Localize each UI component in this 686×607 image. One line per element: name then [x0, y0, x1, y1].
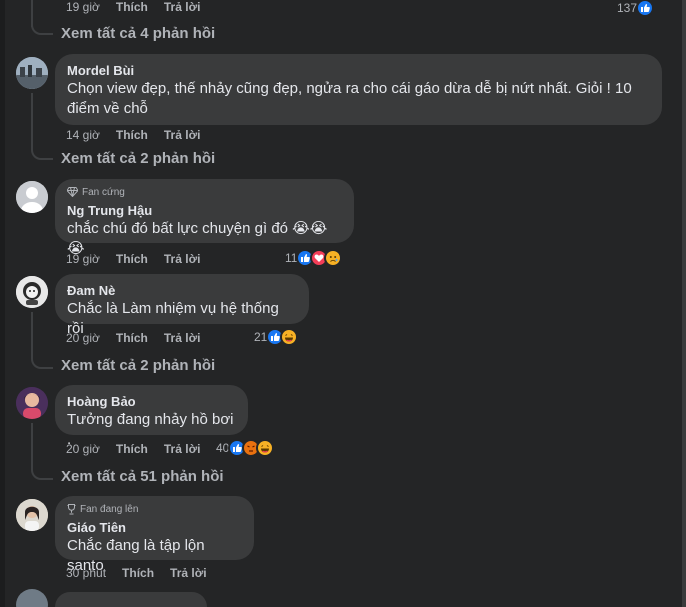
comment-actions: 19 giờ Thích Trả lời	[66, 252, 216, 266]
thread-line	[31, 312, 33, 357]
reaction-summary[interactable]: 40	[216, 439, 275, 457]
thread-elbow	[31, 148, 53, 160]
reaction-summary[interactable]: 11	[285, 249, 343, 267]
comment-text: điểm về chỗ	[67, 100, 148, 117]
reaction-count: 40	[216, 441, 230, 455]
comment-author[interactable]: Ng Trung Hậu	[67, 202, 342, 219]
reaction-count: 21	[254, 330, 268, 344]
reaction-summary[interactable]: 21	[254, 328, 299, 346]
trophy-icon	[67, 503, 76, 514]
comment-actions: 20 giờ Thích Trả lời	[66, 331, 216, 345]
like-icon	[636, 0, 655, 17]
comment-time[interactable]: 30 phút	[66, 566, 106, 580]
thread-line	[31, 423, 33, 468]
reply-button[interactable]: Trả lời	[164, 442, 201, 456]
reaction-count: 137	[617, 1, 638, 15]
comment-bubble: Đam Nè Chắc là Làm nhiệm vụ hệ thống rồi	[55, 274, 309, 337]
haha-icon	[256, 439, 275, 457]
comment-time[interactable]: 14 giờ	[66, 128, 100, 142]
comment-time[interactable]: 20 giờ	[66, 442, 100, 456]
comment-actions: 19 giờ Thích Trả lời	[66, 0, 216, 14]
reply-button[interactable]: Trả lời	[164, 331, 201, 345]
reply-button[interactable]: Trả lời	[164, 252, 201, 266]
view-replies-link[interactable]: Xem tất cả 51 phản hồi	[61, 468, 224, 485]
comment-text: Chọn view đẹp, thế nhảy cũng đẹp, ngửa r…	[67, 80, 632, 97]
avatar[interactable]	[16, 387, 48, 419]
thread-line	[31, 93, 33, 148]
comment-time[interactable]: 20 giờ	[66, 331, 100, 345]
comment-author[interactable]: Đam Nè	[67, 282, 297, 299]
fan-badge: Fan cứng	[67, 186, 342, 198]
avatar-photo-icon	[16, 57, 48, 89]
like-button[interactable]: Thích	[116, 252, 148, 266]
avatar[interactable]	[16, 276, 48, 308]
badge-label: Fan cứng	[82, 186, 125, 198]
comment-bubble: Fan đang lên Giáo Tiên Chắc đang là tập …	[55, 496, 254, 574]
like-button[interactable]: Thích	[122, 566, 154, 580]
left-edge	[0, 0, 5, 607]
comment-bubble: Mordel Bùi Chọn view đẹp, thế nhảy cũng …	[55, 54, 662, 125]
sad-icon	[324, 249, 343, 267]
like-button[interactable]: Thích	[116, 331, 148, 345]
like-button[interactable]: Thích	[116, 442, 148, 456]
avatar[interactable]	[16, 181, 48, 213]
scrollbar-track[interactable]	[682, 0, 686, 607]
avatar-photo-icon	[16, 499, 48, 531]
comment-actions: 30 phút Thích Trả lời	[66, 566, 223, 580]
comment-author[interactable]: Giáo Tiên	[67, 519, 242, 536]
reply-button[interactable]: Trả lời	[164, 0, 201, 14]
thread-elbow	[31, 357, 53, 369]
diamond-icon	[67, 187, 78, 197]
reply-button[interactable]: Trả lời	[170, 566, 207, 580]
avatar[interactable]	[16, 499, 48, 531]
comment-time[interactable]: 19 giờ	[66, 0, 100, 14]
view-replies-link[interactable]: Xem tất cả 2 phản hồi	[61, 357, 215, 374]
like-button[interactable]: Thích	[116, 128, 148, 142]
avatar-photo-icon	[16, 387, 48, 419]
avatar[interactable]	[16, 589, 48, 607]
like-button[interactable]: Thích	[116, 0, 148, 14]
comment-bubble: Hoàng Bảo Tưởng đang nhảy hồ bơi .	[55, 385, 248, 448]
view-replies-link[interactable]: Xem tất cả 4 phản hồi	[61, 25, 215, 42]
avatar[interactable]	[16, 57, 48, 89]
fan-badge: Fan đang lên	[67, 503, 242, 515]
view-replies-link[interactable]: Xem tất cả 2 phản hồi	[61, 150, 215, 167]
reaction-summary[interactable]: 137	[617, 0, 655, 17]
comment-actions: 20 giờ Thích Trả lời	[66, 442, 216, 456]
comment-time[interactable]: 19 giờ	[66, 252, 100, 266]
thread-elbow	[31, 23, 53, 35]
default-avatar-icon	[16, 181, 48, 213]
thread-elbow	[31, 468, 53, 480]
reply-button[interactable]: Trả lời	[164, 128, 201, 142]
comment-bubble: Fan cứng Ng Trung Hậu chắc chú đó bất lự…	[55, 179, 354, 257]
haha-icon	[280, 328, 299, 346]
comment-bubble	[55, 592, 207, 607]
badge-label: Fan đang lên	[80, 503, 139, 515]
avatar-photo-icon	[16, 276, 48, 308]
comment-author[interactable]: Mordel Bùi	[67, 62, 650, 79]
comments-panel: 19 giờ Thích Trả lời 137 Xem tất cả 4 ph…	[0, 0, 686, 607]
comment-actions: 14 giờ Thích Trả lời	[66, 128, 216, 142]
comment-author[interactable]: Hoàng Bảo	[67, 393, 236, 410]
